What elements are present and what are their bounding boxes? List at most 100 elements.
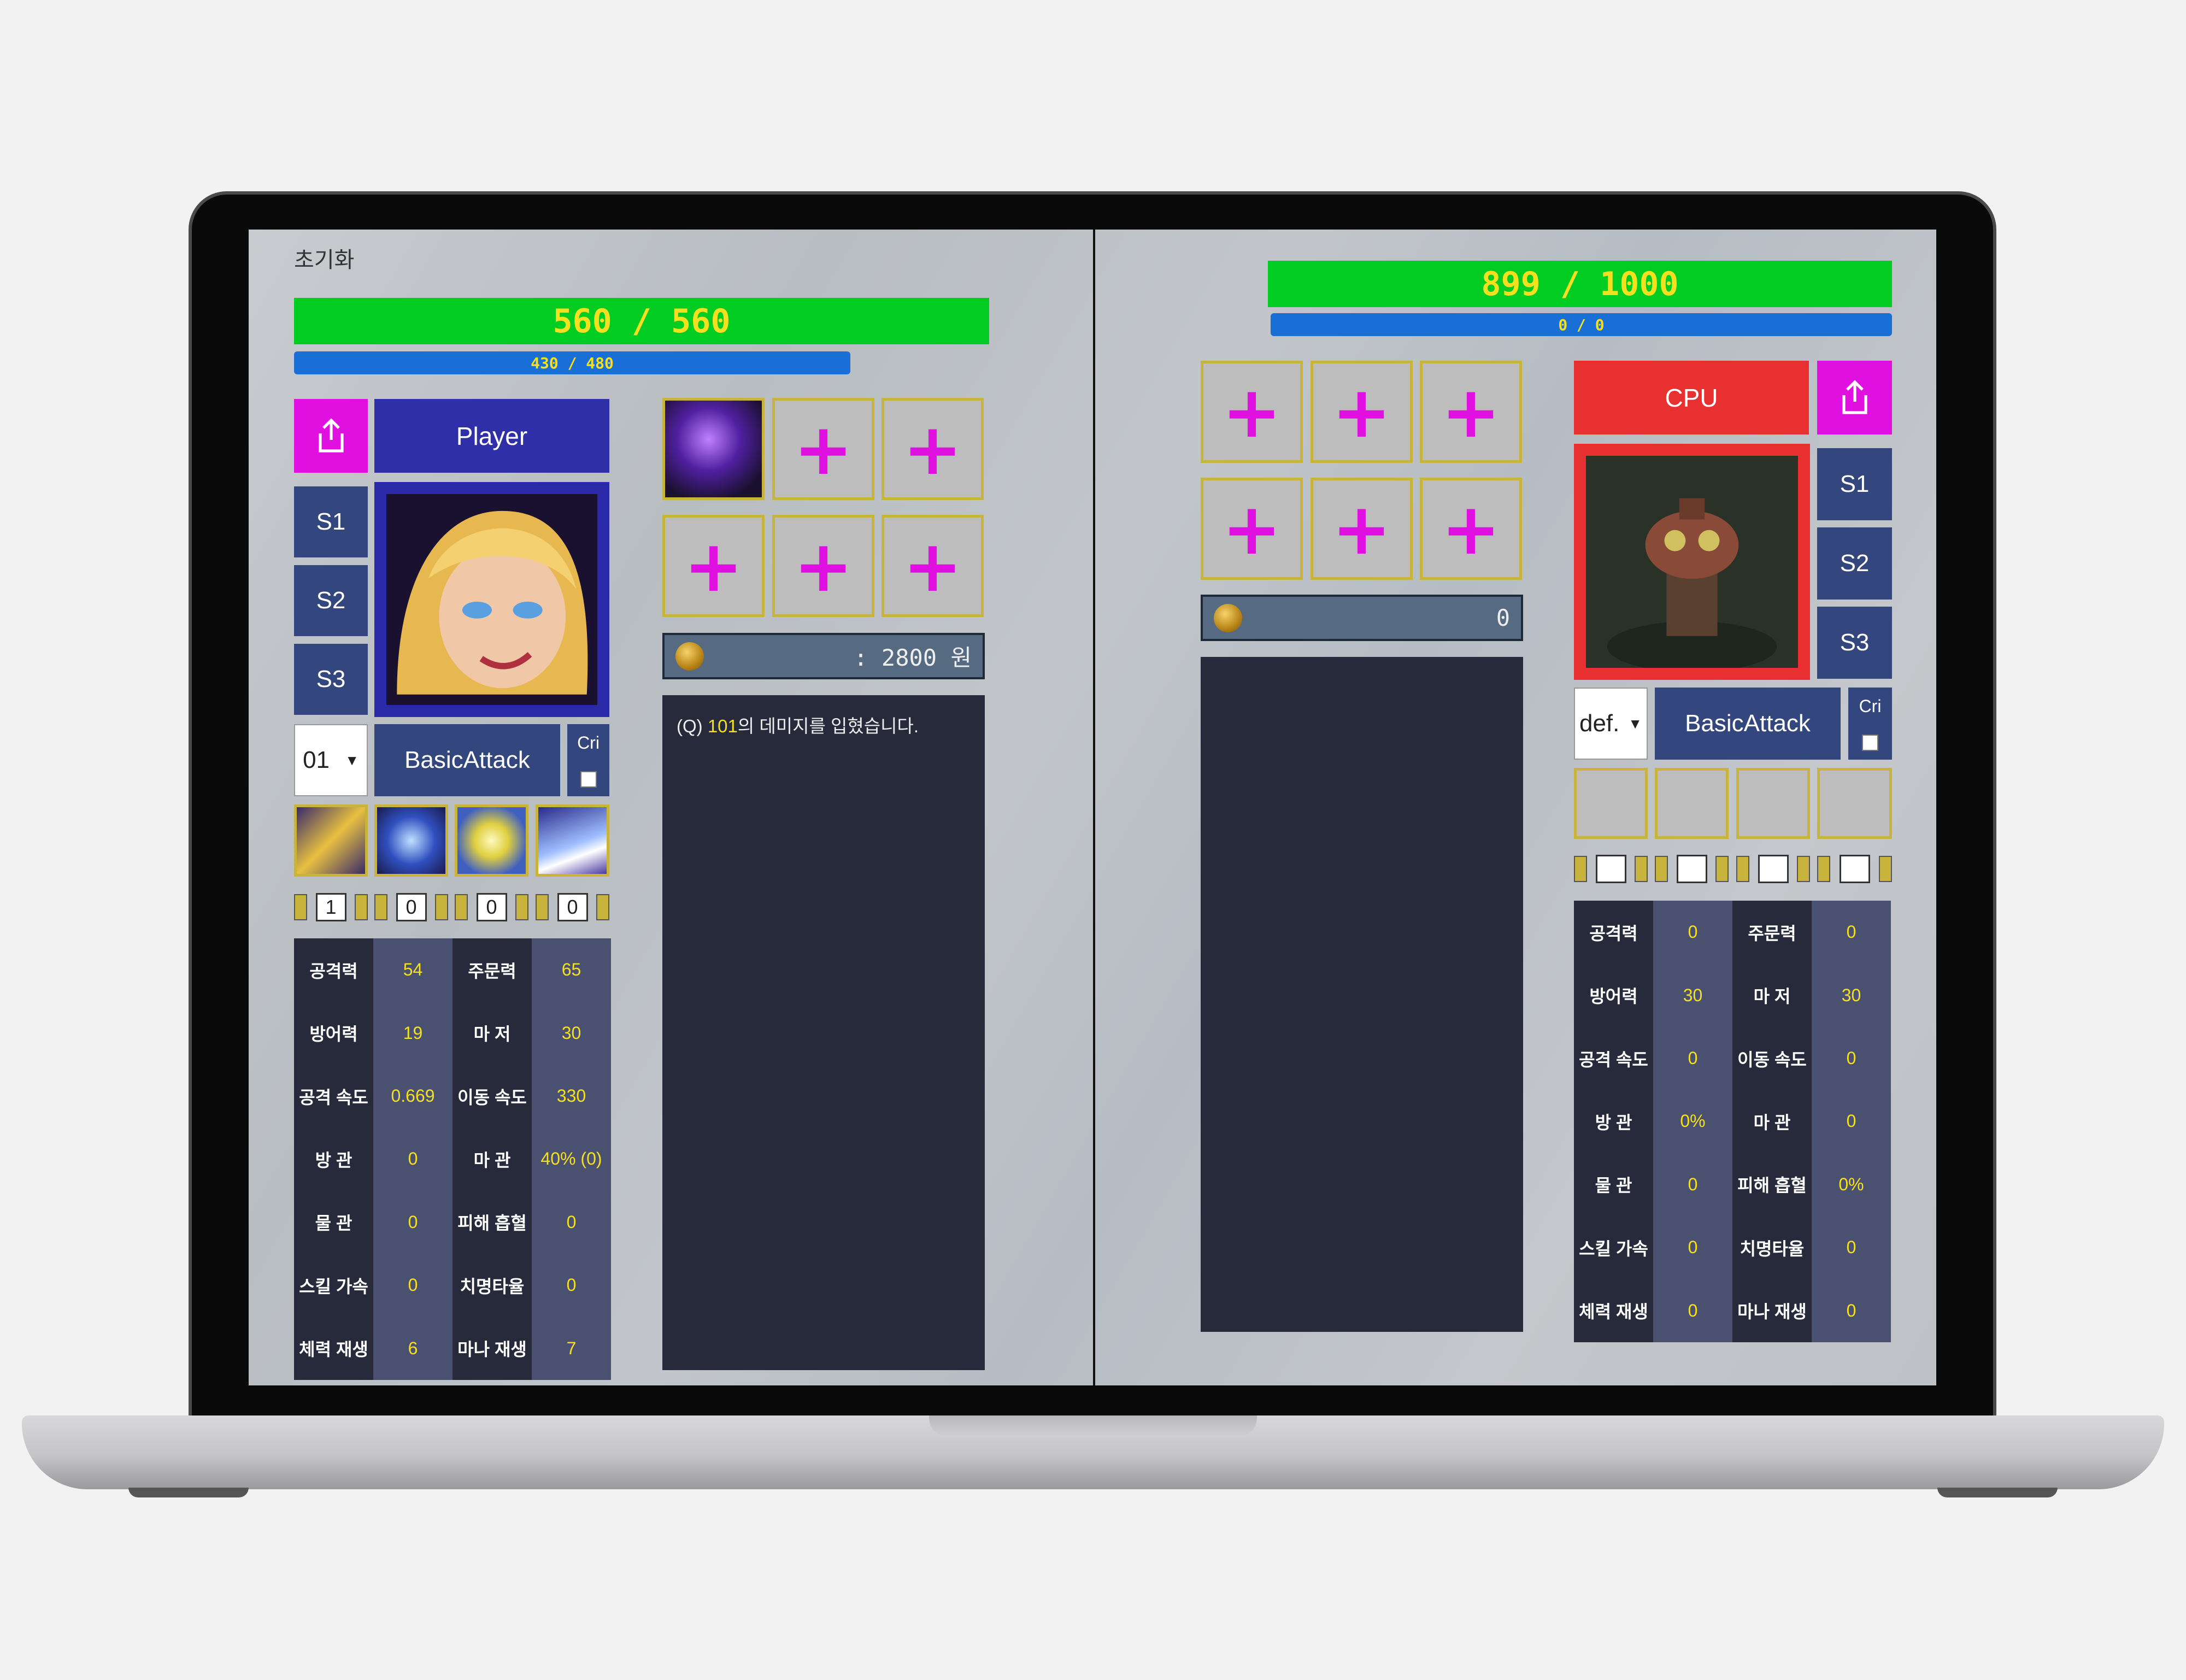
- skill-q-level-value[interactable]: 1: [315, 893, 346, 921]
- stat-label: 마 저: [1732, 964, 1812, 1027]
- stat-label: 체력 재생: [1574, 1279, 1653, 1342]
- cpu-skill-3-level-value[interactable]: [1758, 855, 1789, 883]
- increment-button[interactable]: [355, 894, 368, 920]
- skill-q-icon[interactable]: [294, 804, 368, 877]
- stat-value: 0%: [1812, 1153, 1891, 1217]
- skill-w-icon[interactable]: [374, 804, 448, 877]
- stat-label: 마 관: [1732, 1090, 1812, 1153]
- champion-portrait-robot-icon: [1586, 456, 1798, 672]
- cpu-summoner-slot-1[interactable]: S1: [1817, 448, 1892, 520]
- cpu-champion-frame[interactable]: [1574, 444, 1810, 680]
- decrement-button[interactable]: [1574, 856, 1587, 882]
- cpu-skill-slot-1[interactable]: [1574, 768, 1648, 839]
- cpu-share-button[interactable]: [1817, 361, 1892, 434]
- skill-e-level-value[interactable]: 0: [476, 893, 507, 921]
- cpu-cri-toggle[interactable]: Cri: [1848, 688, 1892, 760]
- stat-value: 330: [532, 1064, 611, 1128]
- cpu-name-button[interactable]: CPU: [1574, 361, 1809, 434]
- decrement-button[interactable]: [294, 894, 307, 920]
- cpu-skill-4-level-value[interactable]: [1839, 855, 1870, 883]
- skill-w-level-stepper[interactable]: 0: [374, 892, 448, 923]
- stat-label: 마 저: [453, 1001, 532, 1065]
- increment-button[interactable]: [1879, 856, 1892, 882]
- cpu-skill-3-level-stepper[interactable]: [1736, 854, 1810, 884]
- cpu-skill-4-level-stepper[interactable]: [1817, 854, 1892, 884]
- player-cri-toggle[interactable]: Cri: [567, 724, 609, 796]
- skill-e-level-stepper[interactable]: 0: [455, 892, 528, 923]
- stat-value: 0: [373, 1254, 453, 1317]
- player-cri-label: Cri: [577, 733, 600, 753]
- player-champion-frame[interactable]: [374, 482, 609, 717]
- item-slot-1-staff-icon[interactable]: [662, 398, 765, 500]
- cpu-level-select[interactable]: def. ▼: [1574, 688, 1648, 760]
- increment-button[interactable]: [435, 894, 448, 920]
- cpu-skill-slot-3[interactable]: [1736, 768, 1810, 839]
- decrement-button[interactable]: [536, 894, 549, 920]
- reset-link[interactable]: 초기화: [294, 242, 354, 274]
- cpu-item-slot-4-add-icon[interactable]: +: [1201, 478, 1303, 580]
- decrement-button[interactable]: [1655, 856, 1668, 882]
- skill-q-level-stepper[interactable]: 1: [294, 892, 368, 923]
- log-entry-prefix: (Q): [677, 716, 708, 736]
- decrement-button[interactable]: [1817, 856, 1830, 882]
- increment-button[interactable]: [515, 894, 528, 920]
- player-summoner-slot-1[interactable]: S1: [294, 486, 368, 557]
- cpu-item-slot-2-add-icon[interactable]: +: [1311, 361, 1413, 463]
- cpu-level-value: def.: [1579, 710, 1620, 737]
- stat-label: 마 관: [453, 1127, 532, 1191]
- skill-r-level-stepper[interactable]: 0: [536, 892, 609, 923]
- item-slot-2-add-icon[interactable]: +: [772, 398, 874, 500]
- cpu-skill-slot-2[interactable]: [1655, 768, 1729, 839]
- cpu-skill-1-level-stepper[interactable]: [1574, 854, 1648, 884]
- stat-value: 0: [1653, 1153, 1732, 1217]
- player-summoner-slot-3[interactable]: S3: [294, 644, 368, 715]
- stat-value: 0%: [1653, 1090, 1732, 1153]
- decrement-button[interactable]: [1736, 856, 1749, 882]
- player-share-button[interactable]: [294, 399, 368, 473]
- log-entry-suffix: 의 데미지를 입혔습니다.: [737, 716, 919, 736]
- cpu-skill-2-level-value[interactable]: [1676, 855, 1707, 883]
- increment-button[interactable]: [1797, 856, 1810, 882]
- player-cri-checkbox[interactable]: [580, 771, 597, 788]
- cpu-skill-1-level-value[interactable]: [1595, 855, 1626, 883]
- combat-log: (Q) 101의 데미지를 입혔습니다.: [662, 695, 985, 1370]
- cpu-item-slot-6-add-icon[interactable]: +: [1420, 478, 1522, 580]
- player-basic-attack-button[interactable]: BasicAttack: [374, 724, 560, 796]
- stat-label: 공격 속도: [1574, 1026, 1653, 1090]
- decrement-button[interactable]: [455, 894, 468, 920]
- player-summoner-slot-2[interactable]: S2: [294, 565, 368, 636]
- skill-w-level-value[interactable]: 0: [396, 893, 427, 921]
- item-slot-6-add-icon[interactable]: +: [882, 515, 984, 617]
- skill-r-icon[interactable]: [536, 804, 609, 877]
- item-slot-4-add-icon[interactable]: +: [662, 515, 765, 617]
- stat-value: 0: [1653, 1216, 1732, 1279]
- increment-button[interactable]: [1715, 856, 1729, 882]
- player-name-button[interactable]: Player: [374, 399, 609, 473]
- stat-label: 방 관: [1574, 1090, 1653, 1153]
- skill-r-level-value[interactable]: 0: [557, 893, 588, 921]
- stat-label: 이동 속도: [1732, 1026, 1812, 1090]
- cpu-cri-label: Cri: [1859, 696, 1882, 716]
- cpu-skill-slot-4[interactable]: [1817, 768, 1892, 839]
- increment-button[interactable]: [596, 894, 609, 920]
- skill-e-icon[interactable]: [455, 804, 528, 877]
- cpu-item-slot-5-add-icon[interactable]: +: [1311, 478, 1413, 580]
- player-level-select[interactable]: 01 ▼: [294, 724, 368, 796]
- increment-button[interactable]: [1635, 856, 1648, 882]
- cpu-item-slot-3-add-icon[interactable]: +: [1420, 361, 1522, 463]
- stat-value: 30: [532, 1001, 611, 1065]
- cpu-summoner-slot-2[interactable]: S2: [1817, 527, 1892, 600]
- chevron-down-icon: ▼: [1628, 715, 1643, 732]
- cpu-gold-value: 0: [1496, 604, 1510, 631]
- cpu-basic-attack-button[interactable]: BasicAttack: [1655, 688, 1841, 760]
- stat-value: 0: [1653, 901, 1732, 964]
- cpu-item-slot-1-add-icon[interactable]: +: [1201, 361, 1303, 463]
- cpu-skill-2-level-stepper[interactable]: [1655, 854, 1729, 884]
- item-slot-3-add-icon[interactable]: +: [882, 398, 984, 500]
- laptop-foot-left: [128, 1488, 249, 1497]
- panel-divider: [1093, 230, 1095, 1385]
- decrement-button[interactable]: [374, 894, 387, 920]
- cpu-cri-checkbox[interactable]: [1862, 734, 1878, 751]
- cpu-summoner-slot-3[interactable]: S3: [1817, 607, 1892, 679]
- item-slot-5-add-icon[interactable]: +: [772, 515, 874, 617]
